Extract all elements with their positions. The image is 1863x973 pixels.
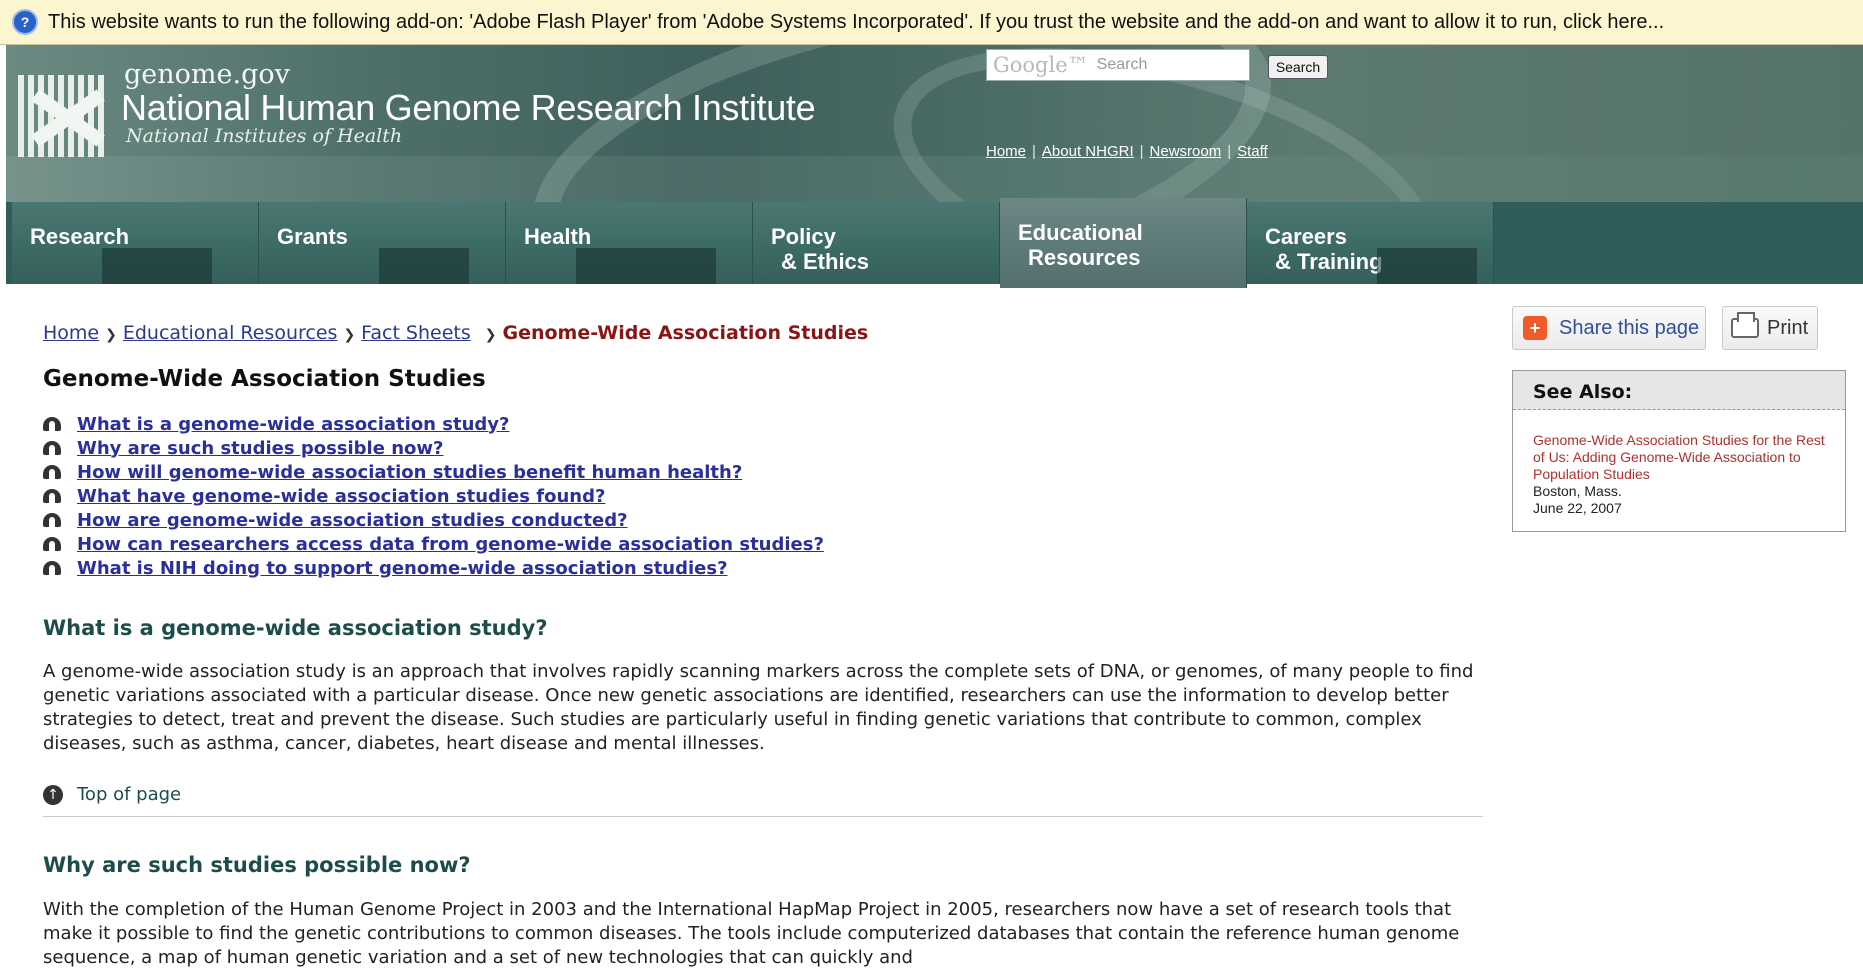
search-placeholder: Search [1096, 56, 1148, 73]
nav-tab-health[interactable]: Health [506, 202, 753, 284]
section-body: With the completion of the Human Genome … [43, 899, 1460, 968]
toc-link[interactable]: Why are such studies possible now? [77, 438, 443, 459]
toc-link[interactable]: What is a genome-wide association study? [77, 414, 509, 435]
chevron-right-icon: ❯ [105, 327, 117, 343]
breadcrumb-fact-sheets[interactable]: Fact Sheets [361, 322, 471, 344]
lock-bullet-icon [43, 537, 61, 551]
toc-link[interactable]: What have genome-wide association studie… [77, 486, 605, 507]
nav-tab-educational-resources[interactable]: Educational Resources [1000, 198, 1247, 288]
share-label: Share this page [1559, 316, 1700, 339]
nav-tab-careers-training[interactable]: Careers & Training [1247, 202, 1494, 284]
toc-item: What is NIH doing to support genome-wide… [43, 556, 824, 580]
utility-links: Home | About NHGRI | Newsroom | Staff [986, 143, 1268, 160]
infobar-text[interactable]: This website wants to run the following … [48, 11, 1664, 34]
breadcrumb: Home ❯ Educational Resources ❯ Fact Sheets ❯ G… [43, 322, 868, 344]
toc-item: What have genome-wide association studie… [43, 484, 824, 508]
site-domain[interactable]: genome.gov [124, 59, 290, 90]
breadcrumb-current: Genome-Wide Association Studies [502, 322, 869, 344]
printer-icon [1731, 312, 1759, 338]
divider [43, 816, 1483, 817]
see-also-box: See Also: Genome-Wide Association Studie… [1512, 370, 1846, 532]
lock-bullet-icon [43, 489, 61, 503]
lock-bullet-icon [43, 441, 61, 455]
see-also-heading: See Also: [1513, 371, 1845, 410]
toplink-about[interactable]: About NHGRI [1042, 143, 1134, 160]
toc-item: Why are such studies possible now? [43, 436, 824, 460]
info-shield-icon: ? [12, 9, 38, 35]
toc-list: What is a genome-wide association study?… [43, 412, 824, 580]
nav-tab-policy-ethics[interactable]: Policy & Ethics [753, 202, 1000, 284]
toc-link[interactable]: How are genome-wide association studies … [77, 510, 628, 531]
toc-item: What is a genome-wide association study? [43, 412, 824, 436]
lock-bullet-icon [43, 417, 61, 431]
see-also-link[interactable]: Genome-Wide Association Studies for the … [1533, 432, 1833, 483]
arrow-up-icon: ↑ [43, 784, 63, 805]
print-button[interactable]: Print [1722, 306, 1818, 350]
site-title[interactable]: National Human Genome Research Institute [121, 87, 816, 129]
google-logo: Google™ [993, 53, 1089, 77]
search-button[interactable]: Search [1268, 55, 1328, 79]
chevron-right-icon: ❯ [343, 327, 356, 343]
site-header: genome.gov National Human Genome Researc… [6, 45, 1863, 202]
share-button[interactable]: + Share this page [1512, 306, 1706, 350]
nav-tab-grants[interactable]: Grants [259, 202, 506, 284]
plus-icon: + [1523, 316, 1547, 340]
lock-bullet-icon [43, 513, 61, 527]
search-input[interactable]: Google™ Search [986, 49, 1250, 81]
toc-link[interactable]: How will genome-wide association studies… [77, 462, 742, 483]
print-label: Print [1767, 316, 1809, 339]
top-of-page-label: Top of page [77, 784, 182, 805]
toc-link[interactable]: What is NIH doing to support genome-wide… [77, 558, 728, 579]
see-also-date: June 22, 2007 [1533, 500, 1622, 516]
section-heading: What is a genome-wide association study? [43, 616, 548, 640]
lock-bullet-icon [43, 465, 61, 479]
see-also-location: Boston, Mass. [1533, 483, 1622, 499]
toc-item: How will genome-wide association studies… [43, 460, 824, 484]
toc-item: How can researchers access data from gen… [43, 532, 824, 556]
top-of-page-link[interactable]: ↑ Top of page [43, 784, 181, 805]
toc-link[interactable]: How can researchers access data from gen… [77, 534, 824, 555]
section-heading: Why are such studies possible now? [43, 853, 471, 877]
toplink-home[interactable]: Home [986, 143, 1026, 160]
breadcrumb-educational-resources[interactable]: Educational Resources [123, 322, 338, 344]
nhgri-logo-icon[interactable] [18, 75, 108, 157]
site-subtitle: National Institutes of Health [126, 125, 403, 147]
main-nav: Research Grants Health Policy & Ethics E… [6, 198, 1863, 288]
page-title: Genome-Wide Association Studies [43, 366, 486, 392]
toplink-staff[interactable]: Staff [1237, 143, 1268, 160]
toplink-newsroom[interactable]: Newsroom [1150, 143, 1222, 160]
toc-item: How are genome-wide association studies … [43, 508, 824, 532]
section-body: A genome-wide association study is an ap… [43, 661, 1474, 754]
nav-tab-research[interactable]: Research [12, 202, 259, 284]
addon-infobar[interactable]: ? This website wants to run the followin… [0, 0, 1863, 45]
chevron-right-icon: ❯ [484, 327, 497, 343]
breadcrumb-home[interactable]: Home [43, 322, 99, 344]
lock-bullet-icon [43, 561, 61, 575]
